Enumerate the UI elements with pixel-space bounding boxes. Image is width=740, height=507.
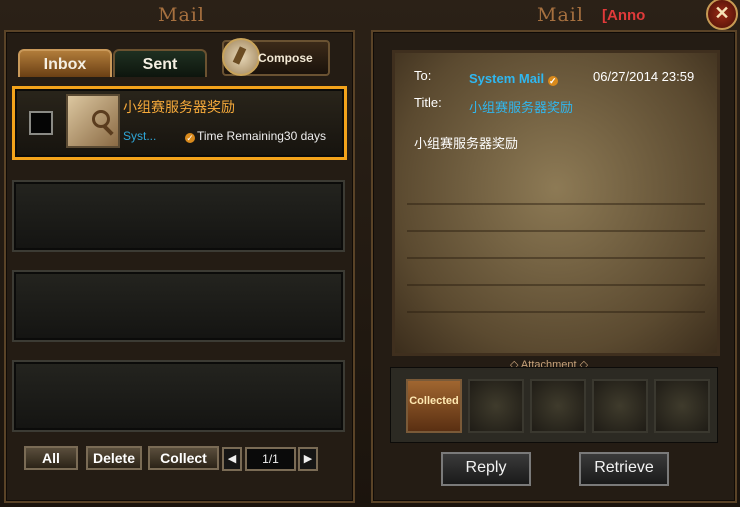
close-icon: ✕ — [714, 3, 730, 23]
title-value: 小组赛服务器奖励 — [469, 100, 574, 115]
mail-list-item[interactable]: 小组赛服务器奖励 Syst... ✓ Time Remaining30 days — [12, 86, 347, 160]
mail-list-slot-empty — [12, 360, 345, 432]
window-title-left: Mail — [158, 4, 205, 26]
select-all-button[interactable]: All — [24, 446, 78, 470]
collected-badge: Collected — [409, 395, 459, 407]
next-page-button[interactable]: ▶ — [298, 447, 318, 471]
attachment-slot-empty — [654, 379, 710, 433]
page-indicator: 1/1 — [245, 447, 296, 471]
chevron-right-icon: ▶ — [303, 453, 313, 465]
chevron-left-icon: ◀ — [227, 453, 237, 465]
letter-icon — [66, 94, 120, 148]
mail-sender: Syst... — [123, 129, 157, 143]
attachment-slot-empty — [592, 379, 648, 433]
verified-icon: ✓ — [547, 76, 558, 86]
delete-button[interactable]: Delete — [86, 446, 142, 470]
retrieve-button[interactable]: Retrieve — [579, 452, 669, 486]
attachment-slot-empty — [530, 379, 586, 433]
compose-label: Compose — [258, 51, 313, 65]
mail-select-checkbox[interactable] — [29, 111, 53, 135]
tab-sent[interactable]: Sent — [113, 49, 207, 77]
mail-time-remaining: ✓ Time Remaining30 days — [185, 129, 326, 143]
compose-button[interactable]: Compose — [222, 38, 330, 76]
message-date: 06/27/2014 23:59 — [593, 69, 695, 84]
prev-page-button[interactable]: ◀ — [222, 447, 242, 471]
attachment-slot-empty — [468, 379, 524, 433]
tab-inbox[interactable]: Inbox — [18, 49, 112, 77]
reply-button[interactable]: Reply — [441, 452, 531, 486]
quill-scroll-icon — [222, 38, 260, 76]
checkmark-icon: ✓ — [185, 133, 195, 143]
attachment-slot-chest[interactable]: Collected — [406, 379, 462, 433]
window-title-right: Mail — [537, 4, 584, 26]
collect-button[interactable]: Collect — [148, 446, 219, 470]
message-body: 小组赛服务器奖励 — [414, 136, 519, 151]
mail-list-slot-empty — [12, 270, 345, 342]
title-label: Title: — [414, 95, 442, 110]
mail-subject: 小组赛服务器奖励 — [123, 99, 235, 115]
mail-list-slot-empty — [12, 180, 345, 252]
announcement-text[interactable]: [Anno — [602, 7, 645, 24]
to-label: To: — [414, 68, 432, 83]
to-value: System Mail ✓ — [469, 71, 558, 86]
